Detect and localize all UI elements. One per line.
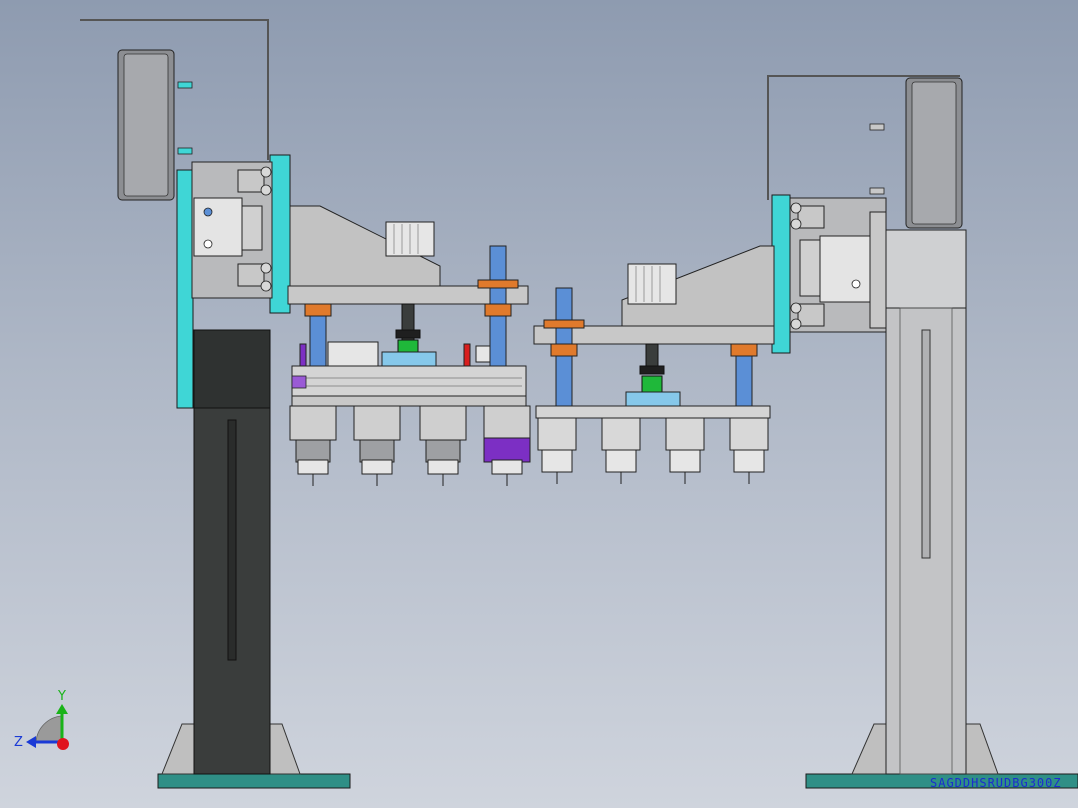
left-screw-1 [260,166,272,178]
watermark-text: SAGDDHSRUDBG300Z [930,776,1062,790]
right-center-collar [639,365,665,375]
left-cyan-vertical-plate [176,169,194,409]
right-head-assembly [533,245,775,419]
left-base-plate [157,773,351,789]
right-small-tab-2 [869,187,885,195]
left-purple-side-block [291,375,307,389]
right-bolt-hole [851,279,861,289]
left-light-blue-plate [381,351,437,367]
axis-triad: Y Z [14,689,69,750]
right-bushing-1 [543,319,585,329]
right-clamp-top [797,205,825,229]
axis-arc-icon [35,715,63,743]
right-light-blue-plate [625,391,681,407]
right-nozzle-4 [729,417,769,484]
right-screw-1 [790,202,802,214]
right-motor-drum-band [911,81,957,225]
left-bushing-1 [304,303,332,317]
z-axis-arrow-icon [26,736,36,748]
left-gusset-left [161,723,195,775]
y-axis-label: Y [57,689,66,704]
left-center-collar [395,329,421,339]
left-head-assembly [287,205,529,407]
right-nozzle-1 [537,417,577,484]
right-column-slot [921,329,931,559]
right-mounting-plate [535,405,771,419]
left-sensor-body [327,341,379,367]
right-bushing-3 [730,343,758,357]
y-axis-arrow-icon [56,704,68,714]
left-nozzle-4 [483,405,531,486]
left-screw-3 [260,262,272,274]
left-clamp-bottom [237,263,265,287]
left-red-marker [463,343,471,367]
machine-drawing: Y Z [14,19,1078,789]
right-gusset-left [851,723,887,775]
left-cyan-riser [269,154,291,314]
left-small-tab-1 [177,81,193,89]
right-screw-2 [790,218,802,230]
right-nozzle-3 [665,417,705,484]
right-screw-4 [790,318,802,330]
left-nozzle-3 [419,405,467,486]
left-bolt-hole-1 [203,207,213,217]
right-rail [799,239,821,297]
left-slide-block [193,197,243,257]
right-cap-block [869,211,887,329]
left-nozzle-1 [289,405,337,486]
right-nozzle-2 [601,417,641,484]
left-screw-2 [260,184,272,196]
left-bushing-3 [477,279,519,289]
left-small-tab-2 [177,147,193,155]
left-fitting [475,345,491,363]
right-column-assembly [767,75,1078,789]
left-rail [241,205,263,251]
left-mounting-plate [291,365,527,397]
left-gusset-right [269,723,301,775]
right-cyan-riser [771,194,791,354]
right-small-tab-1 [869,123,885,131]
left-bushing-2 [484,303,512,317]
right-gusset-right [965,723,999,775]
left-clamp-top [237,169,265,193]
left-nozzle-row [289,405,531,486]
origin-dot-icon [57,738,69,750]
cad-viewport[interactable]: Y Z SAGDDHSRUDBG300Z [0,0,1078,808]
left-bottom-rail [291,395,527,407]
right-screw-3 [790,302,802,314]
left-screw-4 [260,280,272,292]
left-nozzle-2 [353,405,401,486]
right-clamp-bottom [797,303,825,327]
right-nozzle-row [537,417,769,484]
right-bushing-2 [550,343,578,357]
right-column-cap [885,229,967,309]
z-axis-label: Z [14,735,23,750]
left-bolt-hole-2 [203,239,213,249]
left-motor-drum-band [123,53,169,197]
left-column-cap [193,329,271,409]
left-column-slot [227,419,237,661]
right-slide-block [819,235,873,303]
